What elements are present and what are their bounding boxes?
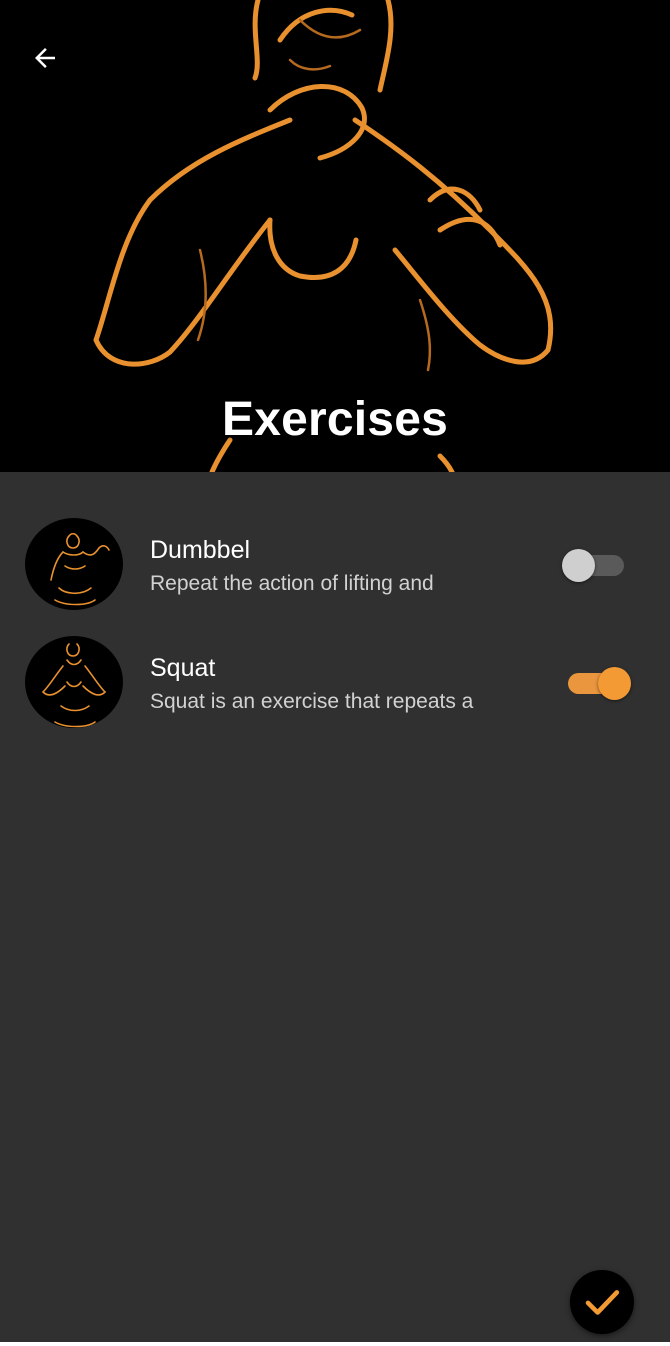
exercise-title: Squat — [150, 654, 216, 682]
exercise-list: Dumbbel Repeat the action of lifting and — [0, 500, 670, 736]
hero-banner: Exercises — [0, 0, 670, 472]
exercises-screen: Exercises Dumbbel Repeat the action of l… — [0, 0, 670, 1342]
avatar — [25, 636, 123, 728]
list-item-dumbbel[interactable]: Dumbbel Repeat the action of lifting and — [0, 500, 670, 618]
exercise-toggle-dumbbel[interactable] — [562, 543, 632, 587]
confirm-fab-button[interactable] — [570, 1270, 634, 1334]
toggle-thumb — [598, 667, 631, 700]
squat-thumbnail — [41, 643, 107, 728]
arrow-back-icon — [35, 48, 55, 68]
page-title: Exercises — [221, 393, 448, 446]
avatar — [25, 518, 123, 610]
exercise-title: Dumbbel — [150, 536, 251, 564]
list-item-squat[interactable]: Squat Squat is an exercise that repeats … — [0, 618, 670, 736]
exercise-description: Squat is an exercise that repeats a — [150, 690, 474, 713]
dumbbel-thumbnail — [50, 532, 110, 606]
check-icon — [585, 1290, 620, 1315]
toggle-thumb — [562, 549, 595, 582]
exercise-toggle-squat[interactable] — [562, 661, 632, 705]
back-button[interactable] — [20, 38, 70, 78]
exercise-description: Repeat the action of lifting and — [150, 572, 434, 595]
